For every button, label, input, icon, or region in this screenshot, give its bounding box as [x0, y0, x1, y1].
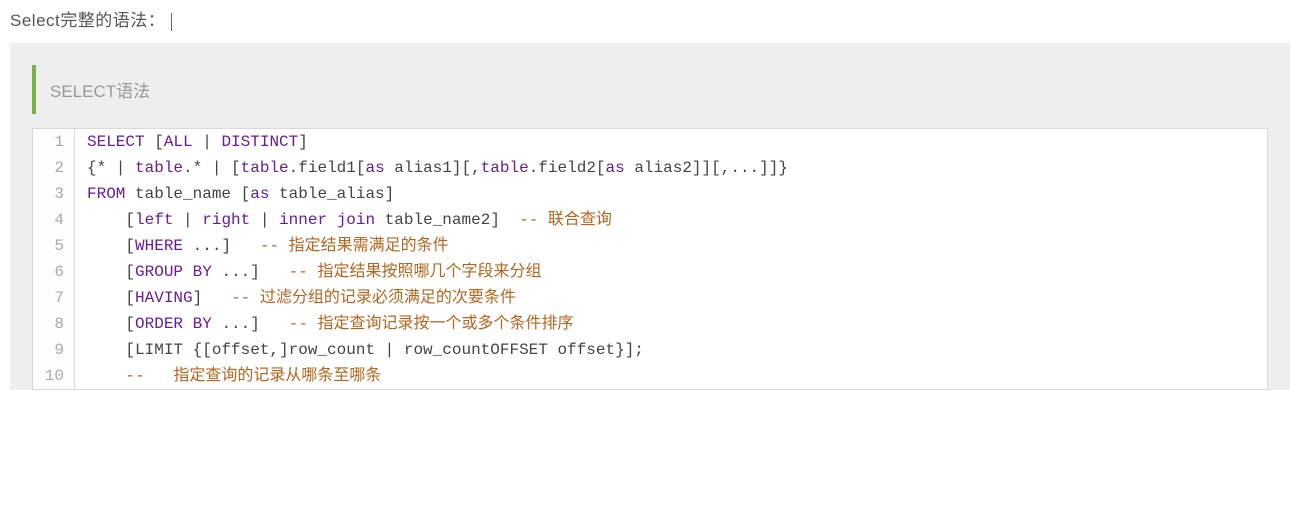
code-line: 5 [WHERE ...] -- 指定结果需满足的条件 [33, 233, 1267, 259]
line-number: 5 [33, 233, 75, 259]
line-number: 9 [33, 337, 75, 363]
code-content: {* | table.* | [table.field1[as alias1][… [75, 155, 788, 181]
code-content: -- 指定查询的记录从哪条至哪条 [75, 363, 381, 389]
code-line: 4 [left | right | inner join table_name2… [33, 207, 1267, 233]
line-number: 7 [33, 285, 75, 311]
section-heading: Select完整的语法： [10, 6, 1290, 31]
heading-text: Select完整的语法： [10, 11, 165, 30]
code-content: FROM table_name [as table_alias] [75, 181, 394, 207]
code-line: 10 -- 指定查询的记录从哪条至哪条 [33, 363, 1267, 389]
code-content: [LIMIT {[offset,]row_count | row_countOF… [75, 337, 644, 363]
text-cursor [171, 13, 172, 31]
content-panel: SELECT语法 1 SELECT [ALL | DISTINCT] 2 {* … [10, 43, 1290, 390]
code-line: 2 {* | table.* | [table.field1[as alias1… [33, 155, 1267, 181]
line-number: 2 [33, 155, 75, 181]
code-line: 8 [ORDER BY ...] -- 指定查询记录按一个或多个条件排序 [33, 311, 1267, 337]
code-line: 1 SELECT [ALL | DISTINCT] [33, 129, 1267, 155]
code-block: 1 SELECT [ALL | DISTINCT] 2 {* | table.*… [32, 128, 1268, 390]
block-quote: SELECT语法 [32, 65, 1268, 114]
line-number: 8 [33, 311, 75, 337]
line-number: 3 [33, 181, 75, 207]
code-line: 3 FROM table_name [as table_alias] [33, 181, 1267, 207]
quote-label: SELECT语法 [50, 82, 150, 101]
line-number: 4 [33, 207, 75, 233]
line-number: 10 [33, 363, 75, 389]
code-line: 7 [HAVING] -- 过滤分组的记录必须满足的次要条件 [33, 285, 1267, 311]
code-content: [ORDER BY ...] -- 指定查询记录按一个或多个条件排序 [75, 311, 573, 337]
code-line: 6 [GROUP BY ...] -- 指定结果按照哪几个字段来分组 [33, 259, 1267, 285]
code-content: [HAVING] -- 过滤分组的记录必须满足的次要条件 [75, 285, 516, 311]
code-content: [GROUP BY ...] -- 指定结果按照哪几个字段来分组 [75, 259, 541, 285]
code-content: SELECT [ALL | DISTINCT] [75, 129, 308, 155]
code-content: [WHERE ...] -- 指定结果需满足的条件 [75, 233, 449, 259]
line-number: 6 [33, 259, 75, 285]
code-line: 9 [LIMIT {[offset,]row_count | row_count… [33, 337, 1267, 363]
code-content: [left | right | inner join table_name2] … [75, 207, 612, 233]
line-number: 1 [33, 129, 75, 155]
